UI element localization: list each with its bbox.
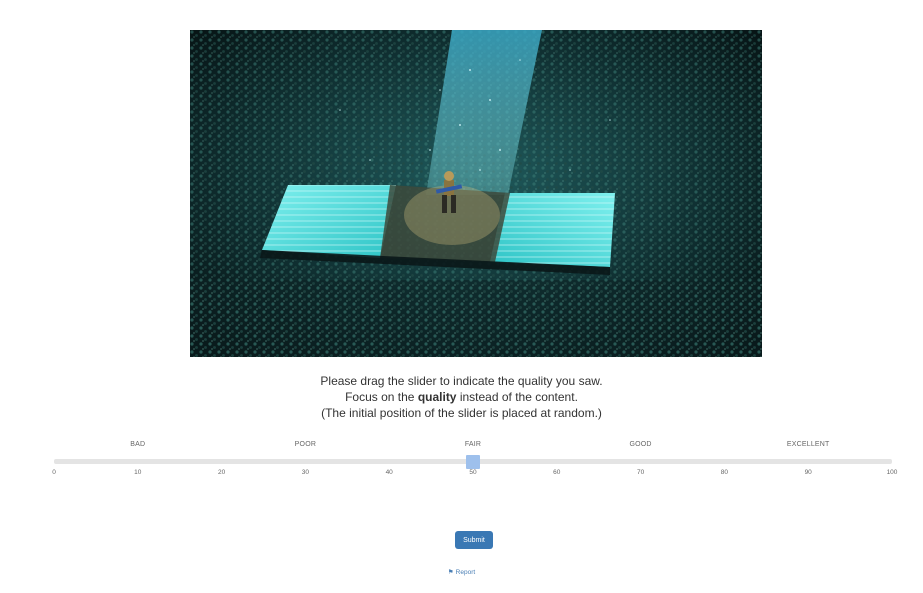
tick-label: 0 bbox=[52, 469, 56, 476]
scale-label-fair: FAIR bbox=[464, 441, 482, 448]
tick-label: 90 bbox=[804, 469, 812, 476]
instruction-line-1: Please drag the slider to indicate the q… bbox=[320, 374, 603, 388]
tick-label: 30 bbox=[301, 469, 310, 476]
stimulus-image bbox=[190, 30, 762, 357]
slider-scale-labels: BAD POOR FAIR GOOD EXCELLENT bbox=[54, 441, 892, 453]
tick-label: 100 bbox=[886, 469, 898, 476]
tick-label: 40 bbox=[385, 469, 393, 476]
tick-label: 50 bbox=[469, 469, 477, 476]
tick-label: 70 bbox=[636, 469, 645, 476]
scale-label-excellent: EXCELLENT bbox=[786, 441, 830, 448]
instruction-line-2-prefix: Focus on the bbox=[345, 390, 418, 404]
report-link[interactable]: ⚑ Report bbox=[0, 568, 923, 576]
report-label: Report bbox=[455, 569, 476, 576]
slider-handle[interactable] bbox=[466, 455, 480, 469]
tick-label: 10 bbox=[134, 469, 142, 476]
instructions: Please drag the slider to indicate the q… bbox=[0, 373, 923, 421]
tick-label: 80 bbox=[720, 469, 729, 476]
quality-slider[interactable] bbox=[54, 455, 892, 469]
instruction-line-2-suffix: instead of the content. bbox=[456, 390, 578, 404]
instruction-line-2: Focus on the quality instead of the cont… bbox=[0, 389, 923, 405]
slider-tick-labels: 0 10 20 30 40 50 60 70 80 90 100 bbox=[52, 469, 897, 481]
scale-label-bad: BAD bbox=[130, 441, 146, 448]
instruction-emphasis: quality bbox=[417, 390, 457, 404]
flag-icon: ⚑ bbox=[447, 569, 454, 576]
scale-label-poor: POOR bbox=[294, 441, 317, 448]
concert-photo bbox=[190, 30, 762, 357]
instruction-line-3: (The initial position of the slider is p… bbox=[321, 406, 602, 420]
tick-label: 60 bbox=[553, 469, 561, 476]
scale-label-good: GOOD bbox=[629, 441, 652, 448]
tick-label: 20 bbox=[217, 469, 226, 476]
submit-button[interactable]: Submit bbox=[455, 531, 493, 549]
